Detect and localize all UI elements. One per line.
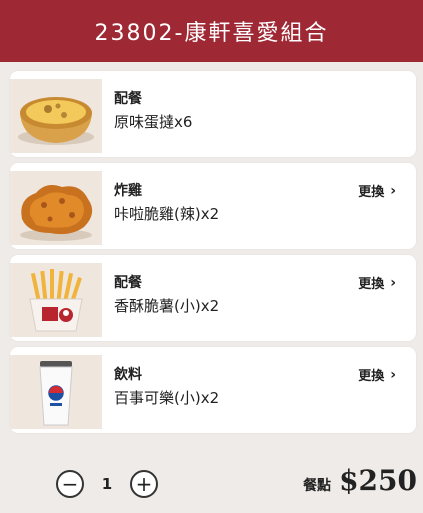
quantity-value: 1 — [101, 475, 113, 493]
order-footer: − 1 + 餐點 $250 — [0, 450, 423, 513]
fried-chicken-image — [10, 171, 102, 245]
header-bar: 23802-康軒喜愛組合 — [0, 0, 423, 62]
change-label: 更換 — [358, 185, 385, 200]
increase-quantity-button[interactable]: + — [130, 470, 158, 498]
combo-item-card: 炸雞 咔啦脆雞(辣)x2 更換 › — [10, 163, 416, 249]
combo-item-card: 飲料 百事可樂(小)x2 更換 › — [10, 347, 416, 433]
item-name: 咔啦脆雞(辣)x2 — [114, 205, 220, 223]
item-name: 百事可樂(小)x2 — [114, 389, 220, 407]
item-category: 配餐 — [114, 275, 142, 291]
combo-item-card: 配餐 香酥脆薯(小)x2 更換 › — [10, 255, 416, 341]
egg-tart-image — [10, 79, 102, 153]
plus-icon: + — [135, 472, 153, 496]
change-item-button[interactable]: 更換 › — [358, 273, 396, 293]
price-amount: $250 — [339, 464, 417, 497]
french-fries-image — [10, 263, 102, 337]
item-category: 飲料 — [114, 367, 142, 383]
item-category: 炸雞 — [114, 183, 142, 199]
chevron-right-icon: › — [390, 182, 396, 199]
item-category: 配餐 — [114, 91, 142, 107]
pepsi-cup-image — [10, 355, 102, 429]
combo-item-list: 配餐 原味蛋撻x6 炸雞 咔啦脆雞(辣)x2 更換 › 配餐 香酥脆薯(小)x2… — [10, 71, 416, 439]
price-label: 餐點 — [303, 478, 332, 494]
item-name: 香酥脆薯(小)x2 — [114, 297, 220, 315]
change-label: 更換 — [358, 277, 385, 292]
change-item-button[interactable]: 更換 › — [358, 365, 396, 385]
page-title: 23802-康軒喜愛組合 — [94, 21, 329, 46]
decrease-quantity-button[interactable]: − — [56, 470, 84, 498]
change-label: 更換 — [358, 369, 385, 384]
price-summary: 餐點 $250 — [303, 464, 417, 497]
combo-item-card: 配餐 原味蛋撻x6 — [10, 71, 416, 157]
item-name: 原味蛋撻x6 — [114, 113, 193, 131]
chevron-right-icon: › — [390, 366, 396, 383]
quantity-stepper: − 1 + — [56, 470, 158, 498]
minus-icon: − — [61, 472, 79, 496]
chevron-right-icon: › — [390, 274, 396, 291]
change-item-button[interactable]: 更換 › — [358, 181, 396, 201]
